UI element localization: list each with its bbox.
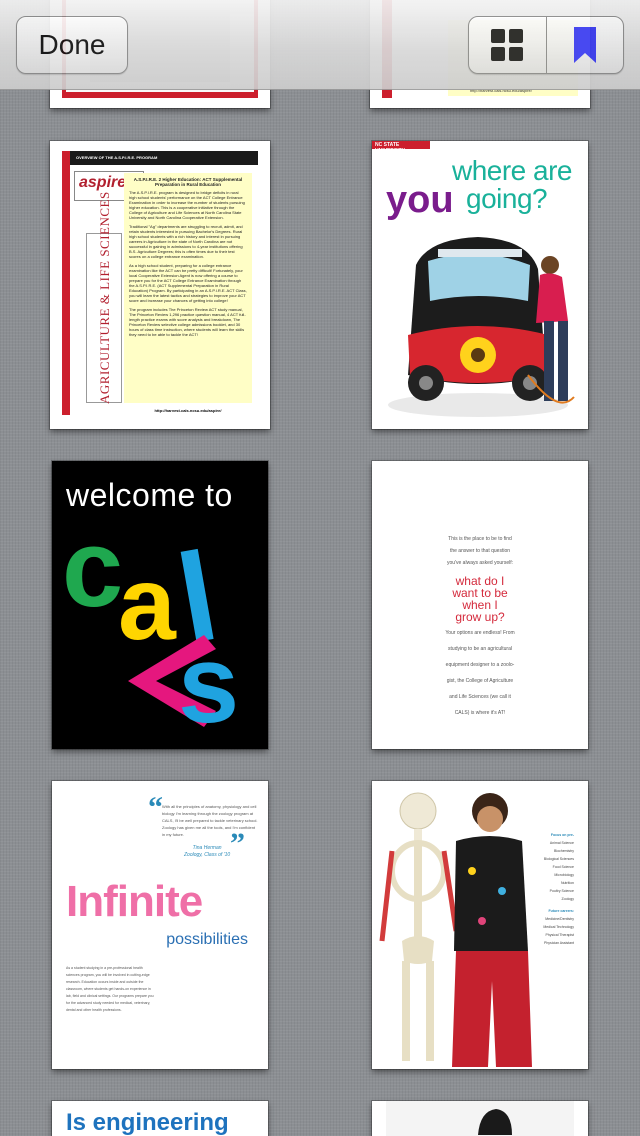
page-thumbnail-9[interactable]: Is engineering: [52, 1101, 268, 1136]
aspire-para-2: Traditional "Ag" departments are struggl…: [129, 224, 243, 259]
question-intro: This is the place to be to find the answ…: [372, 533, 588, 569]
sidebar-item: Microbiology: [554, 873, 574, 877]
sidebar-item: Physical Therapist: [545, 933, 574, 937]
sidebar-item: Physician Assistant: [544, 941, 574, 945]
quote-author-class: Zoology, Class of '10: [184, 852, 231, 858]
page-thumbnail-10[interactable]: [372, 1101, 588, 1136]
cals-vertical-text: AGRICULTURE & LIFE SCIENCES: [97, 191, 112, 404]
you-text: you: [386, 179, 454, 221]
intro-line-1: This is the place to be to find: [448, 536, 512, 542]
possibilities-subtitle: possibilities: [166, 931, 248, 948]
page-thumbnail-8[interactable]: Focus on pre- Animal Science Biochemistr…: [372, 781, 588, 1069]
sidebar-item: Animal Science: [549, 841, 574, 845]
infinite-body-text: As a student studying in a pre-professio…: [66, 966, 154, 1012]
sidebar-item: Medicine/Dentistry: [545, 917, 574, 921]
close-quote-icon: ”: [230, 827, 245, 860]
intro-line-2: the answer to that question: [449, 548, 511, 554]
done-button[interactable]: Done: [16, 16, 128, 74]
sidebar-item: Nutrition: [560, 881, 574, 885]
intro-line-3: you've always asked yourself:: [447, 560, 513, 566]
outro-line-2: studying to be an agricultural: [448, 646, 512, 652]
aspire-para-1: The A.S.P.I.R.E. program is designed to …: [129, 190, 245, 220]
infinite-title: Infinite: [66, 877, 203, 926]
skeleton-student-photo: [379, 792, 532, 1067]
sidebar-item: Food Science: [552, 865, 574, 869]
cals-vertical-logo: AGRICULTURE & LIFE SCIENCES: [86, 191, 122, 404]
quote-author: Tina Herman Zoology, Class of '10: [184, 845, 230, 859]
page-thumbnail-4[interactable]: NC STATE UNIVERSITY where are you going?: [372, 141, 588, 429]
bookmark-icon: [573, 27, 596, 63]
sidebar-item: Zoology: [561, 897, 574, 901]
going-text: going?: [466, 183, 548, 214]
page-thumbnail-6[interactable]: This is the place to be to find the answ…: [372, 461, 588, 749]
page-thumbnail-3[interactable]: OVERVIEW OF THE A.S.P.I.R.E. PROGRAM asp…: [50, 141, 270, 429]
program-sidebar: Focus on pre- Animal Science Biochemistr…: [528, 831, 574, 947]
cals-letter-s: s: [178, 623, 240, 746]
quote-author-name: Tina Herman: [192, 845, 222, 851]
thumbnails-grid-button[interactable]: [469, 17, 546, 73]
engineering-title: Is engineering: [66, 1109, 229, 1136]
outro-line-5: and Life Sciences (we call it: [449, 694, 511, 700]
aspire-sheet: OVERVIEW OF THE A.S.P.I.R.E. PROGRAM asp…: [70, 151, 258, 415]
sidebar-item: Poultry Science: [549, 889, 574, 893]
vehicle-photo: [388, 237, 575, 417]
aspire-header: OVERVIEW OF THE A.S.P.I.R.E. PROGRAM: [70, 151, 258, 165]
outro-line-3: equipment designer to a zoolo-: [445, 662, 515, 668]
aspire-url: http://harvest.cals.ncsu.edu/aspire/: [154, 408, 222, 413]
question-heading: what do I want to be when I grow up?: [372, 575, 588, 623]
sidebar-heading-2: Future careers:: [548, 909, 574, 913]
page-thumbnail-5[interactable]: welcome to c a l s: [52, 461, 268, 749]
outro-line-1: Your options are endless! From: [445, 630, 515, 636]
aspire-para-3: As a high school student, preparing for …: [129, 263, 247, 303]
sidebar-heading-1: Focus on pre-: [550, 833, 574, 837]
aspire-text-panel: A.S.P.I.R.E. 2 Higher Education: ACT Sup…: [124, 173, 252, 403]
outro-line-6: CALS) is where it's AT!: [454, 710, 506, 716]
sidebar-item: Medical Technology: [543, 925, 574, 929]
sidebar-item: Biological Sciences: [543, 857, 574, 861]
toolbar: Done: [0, 0, 640, 90]
page-thumbnail-7[interactable]: “ With all the principles of anatomy, ph…: [52, 781, 268, 1069]
outro-line-4: gist, the College of Agriculture: [446, 678, 514, 684]
sidebar-item: Biochemistry: [553, 849, 574, 853]
aspire-heading: A.S.P.I.R.E. 2 Higher Education: ACT Sup…: [133, 177, 243, 187]
student-photo: [386, 1101, 574, 1136]
cals-letter-c: c: [62, 507, 124, 630]
ncsu-tag: NC STATE UNIVERSITY: [372, 141, 430, 154]
aspire-para-4: The program includes The Princeton Revie…: [129, 307, 246, 337]
grid-icon: [491, 29, 524, 61]
open-quote-icon: “: [148, 791, 163, 824]
view-mode-segmented-control: [468, 16, 624, 74]
question-line-4: grow up?: [455, 610, 505, 624]
question-outro: Your options are endless! From studying …: [372, 625, 588, 721]
bookmarks-button[interactable]: [545, 17, 624, 73]
